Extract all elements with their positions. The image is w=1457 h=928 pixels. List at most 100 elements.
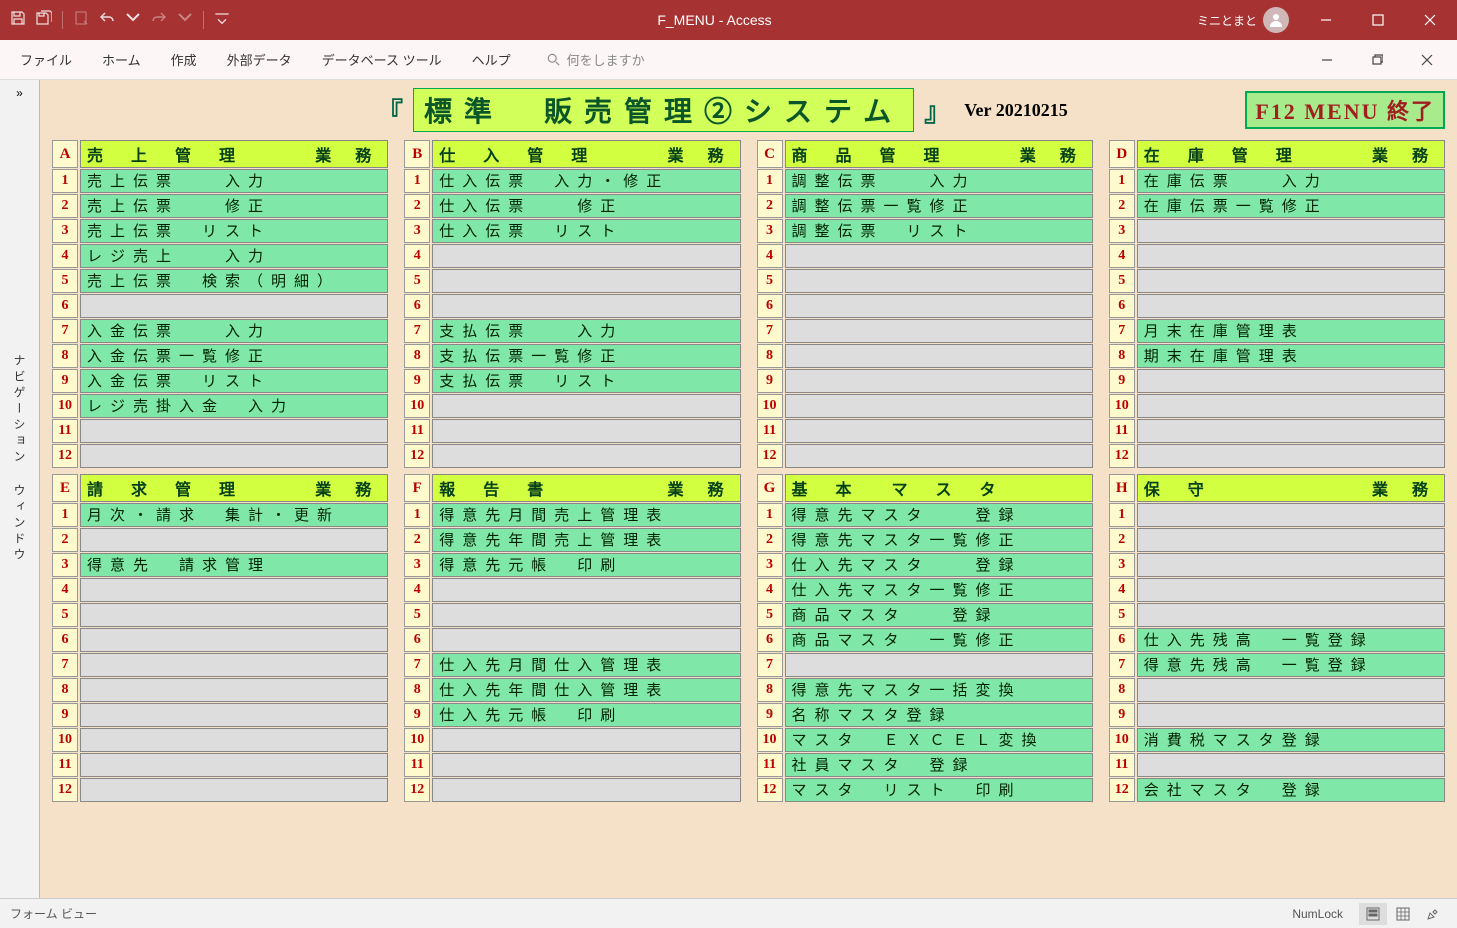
menu-button-H12[interactable]: 会社マスタ 登録 <box>1137 778 1445 802</box>
row-number: 3 <box>404 553 430 577</box>
menu-button-F2[interactable]: 得意先年間売上管理表 <box>432 528 740 552</box>
row-number: 6 <box>404 294 430 318</box>
undo-dropdown-icon[interactable] <box>125 10 141 31</box>
menu-button-A3[interactable]: 売上伝票 リスト <box>80 219 388 243</box>
save-icon[interactable] <box>10 10 26 31</box>
menu-button-B8[interactable]: 支払伝票一覧修正 <box>432 344 740 368</box>
menu-button-G3[interactable]: 仕入先マスタ 登録 <box>785 553 1093 577</box>
menu-button-D2[interactable]: 在庫伝票一覧修正 <box>1137 194 1445 218</box>
f12-exit-button[interactable]: F12 MENU 終了 <box>1245 91 1445 129</box>
menu-button-G5[interactable]: 商品マスタ 登録 <box>785 603 1093 627</box>
menu-button-G8[interactable]: 得意先マスタ一括変換 <box>785 678 1093 702</box>
close-button[interactable] <box>1407 0 1453 40</box>
row-number: 2 <box>1109 194 1135 218</box>
menu-button-F1[interactable]: 得意先月間売上管理表 <box>432 503 740 527</box>
menu-button-F3[interactable]: 得意先元帳 印刷 <box>432 553 740 577</box>
ribbon-restore-button[interactable] <box>1353 40 1401 80</box>
save-all-icon[interactable] <box>36 10 52 31</box>
menu-button-empty <box>1137 678 1445 702</box>
menu-ホーム[interactable]: ホーム <box>88 44 155 75</box>
menu-button-A9[interactable]: 入金伝票 リスト <box>80 369 388 393</box>
ribbon-close-button[interactable] <box>1403 40 1451 80</box>
minimize-button[interactable] <box>1303 0 1349 40</box>
menu-button-B1[interactable]: 仕入伝票 入力・修正 <box>432 169 740 193</box>
datasheet-view-icon[interactable] <box>1389 903 1417 925</box>
menu-作成[interactable]: 作成 <box>157 44 211 75</box>
menu-button-empty <box>785 444 1093 468</box>
menu-button-D1[interactable]: 在庫伝票 入力 <box>1137 169 1445 193</box>
menu-button-H7[interactable]: 得意先残高 一覧登録 <box>1137 653 1445 677</box>
menu-button-C1[interactable]: 調整伝票 入力 <box>785 169 1093 193</box>
menu-外部データ[interactable]: 外部データ <box>213 44 306 75</box>
menu-button-F8[interactable]: 仕入先年間仕入管理表 <box>432 678 740 702</box>
menu-button-G4[interactable]: 仕入先マスタ一覧修正 <box>785 578 1093 602</box>
menu-button-A7[interactable]: 入金伝票 入力 <box>80 319 388 343</box>
menu-button-G11[interactable]: 社員マスタ 登録 <box>785 753 1093 777</box>
nav-pane-toggle[interactable]: » <box>16 86 23 100</box>
row-number: 9 <box>757 369 783 393</box>
user-chip[interactable]: ミニとまと <box>1189 7 1297 33</box>
menu-button-A10[interactable]: レジ売掛入金 入力 <box>80 394 388 418</box>
menu-button-empty <box>1137 369 1445 393</box>
menu-button-empty <box>785 344 1093 368</box>
row-number: 2 <box>52 528 78 552</box>
ribbon-minimize-button[interactable] <box>1303 40 1351 80</box>
menu-button-H10[interactable]: 消費税マスタ登録 <box>1137 728 1445 752</box>
menu-button-G1[interactable]: 得意先マスタ 登録 <box>785 503 1093 527</box>
menu-button-G6[interactable]: 商品マスタ 一覧修正 <box>785 628 1093 652</box>
menu-button-empty <box>785 269 1093 293</box>
menu-button-C2[interactable]: 調整伝票一覧修正 <box>785 194 1093 218</box>
menu-button-A1[interactable]: 売上伝票 入力 <box>80 169 388 193</box>
row-number: 11 <box>52 419 78 443</box>
menu-button-empty <box>80 628 388 652</box>
menu-button-F9[interactable]: 仕入先元帳 印刷 <box>432 703 740 727</box>
qat-customize-icon[interactable] <box>214 10 230 31</box>
menu-button-D8[interactable]: 期末在庫管理表 <box>1137 344 1445 368</box>
tell-me-search[interactable]: 何をしますか <box>547 50 645 69</box>
menu-button-B2[interactable]: 仕入伝票 修正 <box>432 194 740 218</box>
row-number: 7 <box>404 319 430 343</box>
menu-ヘルプ[interactable]: ヘルプ <box>458 44 525 75</box>
row-number: 8 <box>404 344 430 368</box>
row-number: 11 <box>404 753 430 777</box>
row-number: 12 <box>404 444 430 468</box>
menu-button-B7[interactable]: 支払伝票 入力 <box>432 319 740 343</box>
form-view-icon[interactable] <box>1359 903 1387 925</box>
avatar-icon <box>1263 7 1289 33</box>
menu-button-F7[interactable]: 仕入先月間仕入管理表 <box>432 653 740 677</box>
menu-button-D7[interactable]: 月末在庫管理表 <box>1137 319 1445 343</box>
menu-button-empty <box>80 419 388 443</box>
menu-button-A4[interactable]: レジ売上 入力 <box>80 244 388 268</box>
menu-button-A5[interactable]: 売上伝票 検索（明細） <box>80 269 388 293</box>
menu-button-G9[interactable]: 名称マスタ登録 <box>785 703 1093 727</box>
menu-button-B3[interactable]: 仕入伝票 リスト <box>432 219 740 243</box>
menu-ファイル[interactable]: ファイル <box>6 44 86 75</box>
menu-button-empty <box>1137 703 1445 727</box>
undo-icon[interactable] <box>99 10 115 31</box>
menu-button-A2[interactable]: 売上伝票 修正 <box>80 194 388 218</box>
menu-button-G12[interactable]: マスタ リスト 印刷 <box>785 778 1093 802</box>
section-title: 仕 入 管 理業 務 <box>432 140 740 168</box>
design-view-icon[interactable] <box>1419 903 1447 925</box>
menu-データベース ツール[interactable]: データベース ツール <box>308 44 456 75</box>
status-bar: フォーム ビュー NumLock <box>0 898 1457 928</box>
menu-button-empty <box>1137 269 1445 293</box>
row-number: 7 <box>1109 319 1135 343</box>
menu-button-B9[interactable]: 支払伝票 リスト <box>432 369 740 393</box>
menu-button-G10[interactable]: マスタ ＥＸＣＥＬ変換 <box>785 728 1093 752</box>
menu-button-G2[interactable]: 得意先マスタ一覧修正 <box>785 528 1093 552</box>
row-number: 1 <box>1109 169 1135 193</box>
menu-button-empty <box>1137 503 1445 527</box>
bracket-left: 『 <box>377 92 403 129</box>
version-label: Ver 20210215 <box>964 100 1068 121</box>
row-number: 11 <box>757 753 783 777</box>
menu-button-H6[interactable]: 仕入先残高 一覧登録 <box>1137 628 1445 652</box>
maximize-button[interactable] <box>1355 0 1401 40</box>
menu-button-A8[interactable]: 入金伝票一覧修正 <box>80 344 388 368</box>
menu-button-E1[interactable]: 月次・請求 集計・更新 <box>80 503 388 527</box>
menu-button-E3[interactable]: 得意先 請求管理 <box>80 553 388 577</box>
section-H: H保 守業 務123456仕入先残高 一覧登録7得意先残高 一覧登録8910消費… <box>1109 474 1445 802</box>
row-number: 3 <box>52 553 78 577</box>
menu-button-C3[interactable]: 調整伝票 リスト <box>785 219 1093 243</box>
row-number: 2 <box>1109 528 1135 552</box>
